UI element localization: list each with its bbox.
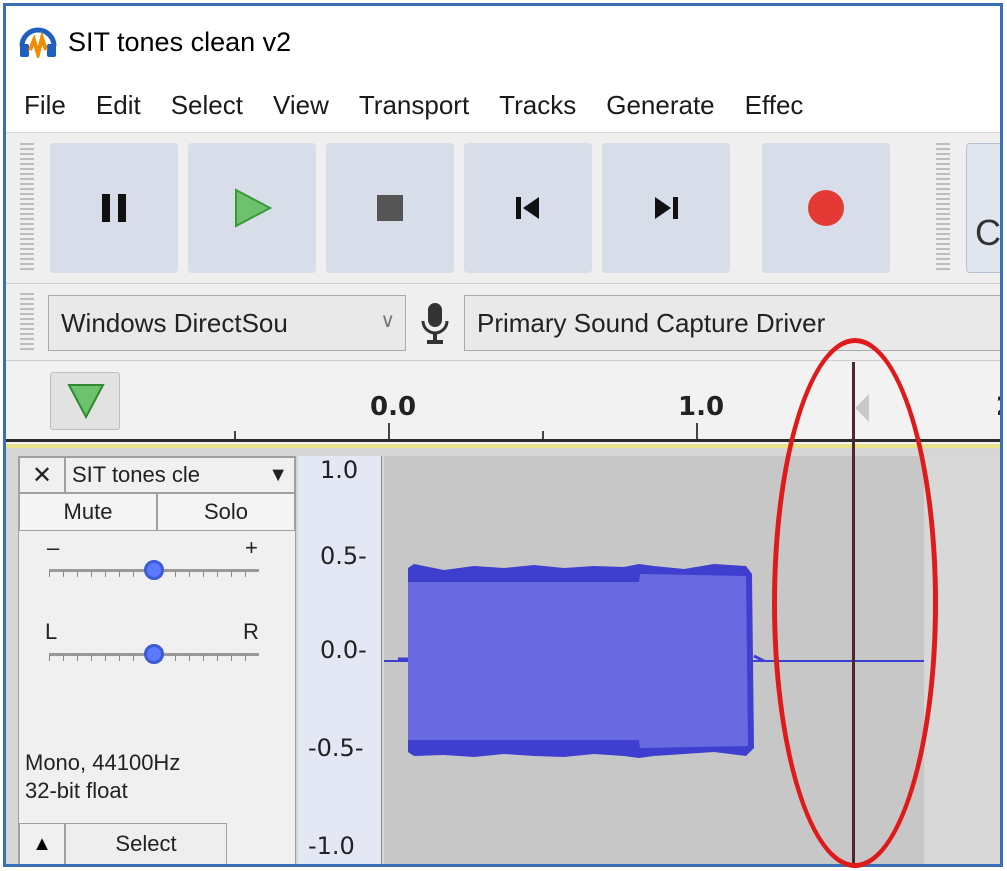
gain-slider-knob[interactable] xyxy=(144,560,164,580)
recording-device-select[interactable]: Primary Sound Capture Driver xyxy=(464,295,1000,351)
ruler-major-tick xyxy=(696,423,698,439)
collapse-track-button[interactable]: ▲ xyxy=(19,823,65,864)
menu-select[interactable]: Select xyxy=(171,90,243,121)
amp-label-zero: 0.0- xyxy=(320,636,367,664)
skip-start-icon xyxy=(516,197,539,219)
amplitude-ruler[interactable]: 1.0 0.5- 0.0- -0.5- -1.0 xyxy=(298,456,382,864)
gain-minus-label: – xyxy=(47,535,60,560)
partial-glyph: C xyxy=(975,212,1001,253)
record-button[interactable] xyxy=(762,143,890,273)
pause-icon xyxy=(102,194,126,222)
play-button[interactable] xyxy=(188,143,316,273)
tool-button-partial[interactable]: C xyxy=(966,143,1001,273)
audio-host-value: Windows DirectSou xyxy=(61,307,288,338)
recording-device-value: Primary Sound Capture Driver xyxy=(477,307,826,338)
audacity-headphones-icon xyxy=(18,26,58,62)
track-name-menu[interactable]: SIT tones cle ▼ xyxy=(65,457,295,493)
chevron-down-icon: ∨ xyxy=(380,310,395,332)
menu-view[interactable]: View xyxy=(273,90,329,121)
window-title: SIT tones clean v2 xyxy=(68,26,292,57)
track-name-label: SIT tones cle xyxy=(72,462,200,487)
menu-effect[interactable]: Effec xyxy=(745,90,804,121)
gain-plus-label: + xyxy=(245,535,258,560)
title-bar: SIT tones clean v2 xyxy=(6,6,1000,78)
menu-transport[interactable]: Transport xyxy=(359,90,469,121)
track-format-info: Mono, 44100Hz 32-bit float xyxy=(25,749,180,805)
track-format-depth: 32-bit float xyxy=(25,778,128,803)
record-icon xyxy=(808,190,844,226)
menu-bar: File Edit Select View Transport Tracks G… xyxy=(6,78,1000,132)
ruler-minor-tick xyxy=(542,431,544,439)
stop-icon xyxy=(377,195,403,221)
play-head-button[interactable] xyxy=(50,372,120,430)
play-icon xyxy=(235,188,272,228)
microphone-icon xyxy=(420,301,450,345)
pan-right-label: R xyxy=(243,619,259,644)
solo-button[interactable]: Solo xyxy=(157,493,295,531)
menu-edit[interactable]: Edit xyxy=(96,90,141,121)
dropdown-triangle-icon: ▼ xyxy=(268,464,288,486)
pan-left-label: L xyxy=(45,619,58,644)
close-icon: ✕ xyxy=(31,461,53,489)
skip-to-start-button[interactable] xyxy=(464,143,592,273)
ruler-minor-tick xyxy=(234,431,236,439)
device-toolbar-grip[interactable] xyxy=(20,293,34,353)
skip-to-end-button[interactable] xyxy=(602,143,730,273)
track-format-rate: Mono, 44100Hz xyxy=(25,750,181,775)
toolbar-grip[interactable] xyxy=(20,143,34,271)
ruler-label-0: 0.0 xyxy=(370,392,417,422)
stop-button[interactable] xyxy=(326,143,454,273)
gain-slider[interactable]: – + xyxy=(47,535,259,583)
play-triangle-down-icon xyxy=(67,384,105,420)
transport-toolbar: C xyxy=(6,132,1000,284)
collapse-up-icon: ▲ xyxy=(32,832,52,855)
amp-label-half: 0.5- xyxy=(320,542,367,570)
amp-label-bottom: -1.0 xyxy=(308,832,355,860)
select-track-button[interactable]: Select xyxy=(65,823,227,864)
skip-end-icon xyxy=(655,197,678,219)
annotation-highlight-ellipse xyxy=(772,338,938,868)
ruler-major-tick xyxy=(388,423,390,439)
track-control-panel: ✕ SIT tones cle ▼ Mute Solo – + L R Mono… xyxy=(18,456,296,864)
pan-slider[interactable]: L R xyxy=(45,619,259,667)
ruler-label-1: 1.0 xyxy=(678,392,725,422)
close-track-button[interactable]: ✕ xyxy=(19,457,65,493)
mute-button[interactable]: Mute xyxy=(19,493,157,531)
pause-button[interactable] xyxy=(50,143,178,273)
menu-tracks[interactable]: Tracks xyxy=(499,90,576,121)
pan-slider-knob[interactable] xyxy=(144,644,164,664)
menu-generate[interactable]: Generate xyxy=(606,90,714,121)
menu-file[interactable]: File xyxy=(24,90,66,121)
toolbar-grip-2[interactable] xyxy=(936,143,950,271)
ruler-label-2: 2 xyxy=(996,392,1000,422)
audio-host-select[interactable]: Windows DirectSou ∨ xyxy=(48,295,406,351)
amp-label-neg-half: -0.5- xyxy=(308,734,364,762)
amp-label-top: 1.0 xyxy=(320,456,359,484)
